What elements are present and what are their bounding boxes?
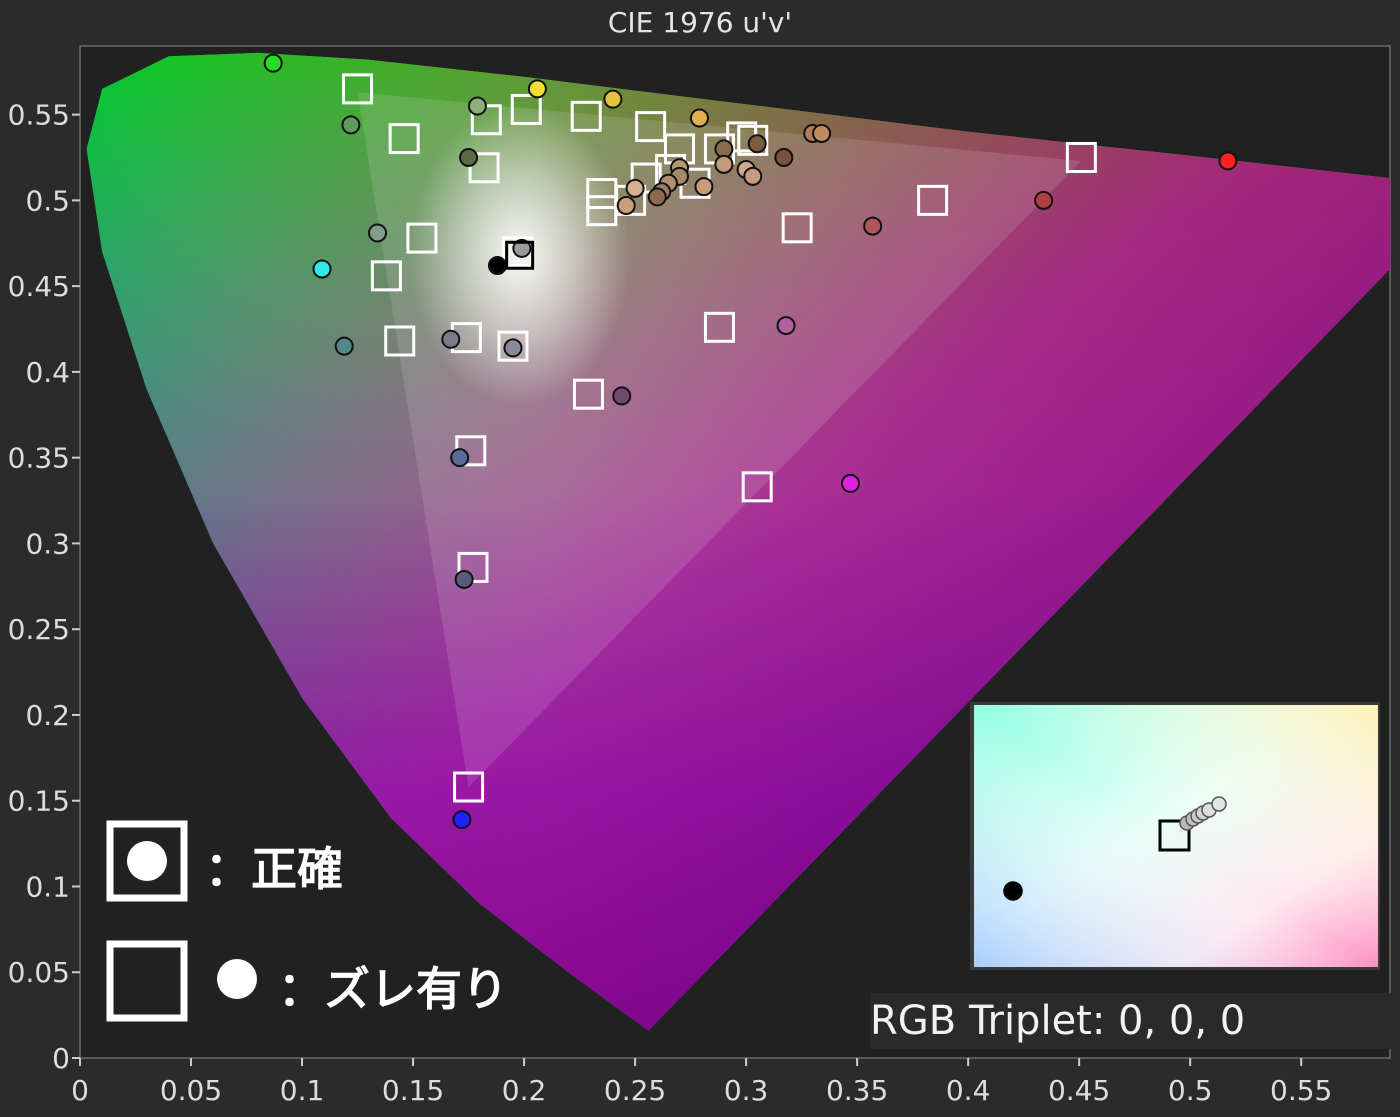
x-tick-label: 0.05 — [160, 1074, 222, 1107]
x-tick-label: 0.25 — [604, 1074, 666, 1107]
legend-accurate-label: ：正確 — [205, 842, 343, 896]
measured-point — [747, 134, 767, 154]
cie-chart-window: 0 0.05 0.1 0.15 0.2 0.25 0.3 0.35 0.4 0.45 0.5 0.55… — [0, 0, 1400, 1117]
measured-point — [487, 256, 507, 276]
x-tick-label: 0.5 — [1168, 1074, 1213, 1107]
measured-point — [840, 473, 860, 493]
measured-point — [503, 338, 523, 358]
measured-point — [776, 316, 796, 336]
x-tick-label: 0.4 — [946, 1074, 991, 1107]
measured-point — [341, 115, 361, 135]
measured-point — [689, 108, 709, 128]
y-tick-label: 0 — [52, 1042, 70, 1075]
y-tick-label: 0.2 — [25, 699, 70, 732]
measured-point — [263, 53, 283, 73]
measured-point — [647, 187, 667, 207]
legend-off-dot-icon — [217, 959, 257, 999]
x-tick-label: 0.35 — [826, 1074, 888, 1107]
y-tick-label: 0.1 — [25, 870, 70, 903]
y-tick-label: 0.35 — [8, 442, 70, 475]
measured-point — [603, 89, 623, 109]
legend-off-label: ：ズレ有り — [278, 962, 508, 1016]
measured-point — [452, 810, 472, 830]
x-tick-label: 0.55 — [1270, 1074, 1332, 1107]
y-tick-label: 0.55 — [8, 99, 70, 132]
measured-point — [450, 448, 470, 468]
x-tick-label: 0.2 — [502, 1074, 547, 1107]
measured-point — [1218, 151, 1238, 171]
y-tick-label: 0.3 — [25, 527, 70, 560]
y-tick-label: 0.05 — [8, 956, 70, 989]
measured-point — [616, 196, 636, 216]
measured-point — [454, 569, 474, 589]
y-tick-label: 0.4 — [25, 356, 70, 389]
x-tick-label: 0.1 — [280, 1074, 325, 1107]
measured-point — [467, 96, 487, 116]
measured-point — [334, 336, 354, 356]
measured-point — [863, 216, 883, 236]
inset-measured-point — [1003, 881, 1023, 901]
x-tick-label: 0.3 — [724, 1074, 769, 1107]
inset-background-overlay — [974, 705, 1378, 967]
y-tick-label: 0.15 — [8, 785, 70, 818]
y-tick-label: 0.5 — [25, 184, 70, 217]
x-tick-label: 0.45 — [1048, 1074, 1110, 1107]
measured-point — [774, 147, 794, 167]
measured-point — [312, 259, 332, 279]
measured-point — [612, 386, 632, 406]
legend-accurate-dot-icon — [127, 841, 167, 881]
inset-measured-point — [1211, 796, 1227, 812]
y-tick-label: 0.45 — [8, 270, 70, 303]
measured-point — [714, 154, 734, 174]
chart-title: CIE 1976 u'v' — [607, 6, 793, 39]
measured-point — [625, 178, 645, 198]
measured-point — [1034, 190, 1054, 210]
measured-point — [459, 147, 479, 167]
measured-point — [527, 79, 547, 99]
measured-point — [368, 223, 388, 243]
cie-chart: 0 0.05 0.1 0.15 0.2 0.25 0.3 0.35 0.4 0.45 0.5 0.55… — [8, 45, 1391, 1107]
x-tick-label: 0 — [71, 1074, 89, 1107]
measured-point — [441, 329, 461, 349]
measured-point — [694, 177, 714, 197]
measured-point — [812, 123, 832, 143]
rgb-triplet-readout: RGB Triplet: 0, 0, 0 — [870, 993, 1400, 1049]
y-tick-label: 0.25 — [8, 613, 70, 646]
measured-point — [743, 166, 763, 186]
x-tick-label: 0.15 — [382, 1074, 444, 1107]
